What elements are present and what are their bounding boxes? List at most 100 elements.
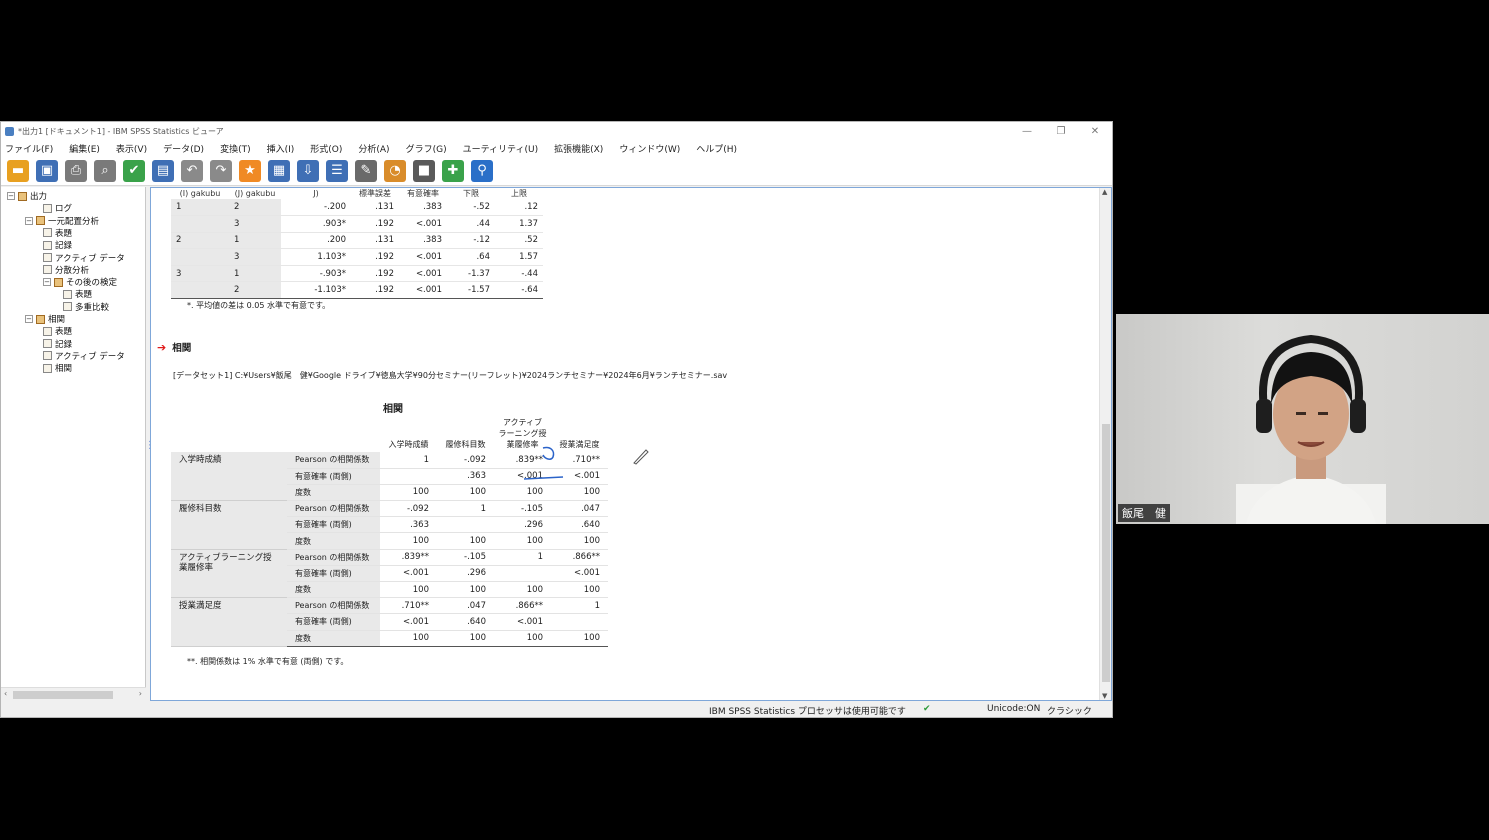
outline-node-label: アクティブ データ xyxy=(55,351,125,362)
restore-button[interactable]: ❐ xyxy=(1044,126,1078,137)
scroll-down-icon[interactable]: ▼ xyxy=(1102,692,1107,700)
table-cell: .383 xyxy=(399,232,447,250)
scroll-thumb[interactable] xyxy=(13,691,113,699)
outline-node-label: 表題 xyxy=(55,228,73,239)
print-icon[interactable]: ⎙ xyxy=(65,159,87,182)
outline-node[interactable]: 記録 xyxy=(43,239,72,251)
search-icon[interactable]: ⚲ xyxy=(471,159,493,182)
scroll-up-icon[interactable]: ▲ xyxy=(1102,188,1107,196)
table-cell: -.092 xyxy=(437,452,494,469)
column-header: 上限 xyxy=(511,189,527,198)
outline-node-label: 相関 xyxy=(48,315,66,325)
outline-node[interactable]: 表題 xyxy=(63,288,92,300)
chart-builder-icon[interactable]: ◔ xyxy=(384,159,406,182)
menu-item[interactable]: 拡張機能(X) xyxy=(554,142,603,155)
outline-node[interactable]: アクティブ データ xyxy=(43,350,125,362)
outline-node[interactable]: ログ xyxy=(43,202,72,214)
menu-item[interactable]: 挿入(I) xyxy=(267,142,295,155)
menu-item[interactable]: 分析(A) xyxy=(358,142,389,155)
table-cell: -1.37 xyxy=(447,265,495,283)
outline-horizontal-scrollbar[interactable]: ‹ › xyxy=(1,687,146,701)
table-cell: .640 xyxy=(551,516,608,534)
outline-node[interactable]: − 出力 xyxy=(7,190,47,202)
table-cell: .839** xyxy=(380,549,437,566)
output-item-icon xyxy=(43,240,52,250)
output-item-icon xyxy=(43,326,52,336)
table-cell: .383 xyxy=(399,199,447,217)
minimize-button[interactable]: — xyxy=(1010,126,1044,137)
multiple-comparisons-table[interactable]: (I) gakubu (J) gakubu J) 標準誤差 有意確率 下限 上限 1 2 -.20… xyxy=(171,188,543,300)
undo-icon[interactable]: ↶ xyxy=(181,159,203,182)
edit-icon[interactable]: ✎ xyxy=(355,159,377,182)
close-button[interactable]: ✕ xyxy=(1078,126,1112,137)
collapse-toggle-icon[interactable]: − xyxy=(43,278,51,287)
book-icon xyxy=(18,191,27,201)
outline-node[interactable]: 多重比較 xyxy=(63,301,109,313)
scroll-thumb[interactable] xyxy=(1102,424,1110,682)
outline-node[interactable]: 表題 xyxy=(43,227,72,239)
menu-item[interactable]: グラフ(G) xyxy=(406,142,447,155)
table-cell: 100 xyxy=(551,630,608,647)
column-header: 履修科目数 xyxy=(437,417,494,452)
menu-item[interactable]: ファイル(F) xyxy=(5,142,53,155)
table-cell: .131 xyxy=(351,232,399,250)
statistic-label: 度数 xyxy=(287,630,380,647)
output-item-icon xyxy=(43,203,52,213)
outline-node[interactable]: 表題 xyxy=(43,325,72,337)
table-cell xyxy=(551,613,608,631)
insert-icon[interactable]: ✚ xyxy=(442,159,464,182)
open-folder-icon[interactable]: ▬ xyxy=(7,159,29,182)
outline-node[interactable]: 記録 xyxy=(43,338,72,350)
book-icon xyxy=(36,216,45,226)
scroll-left-icon[interactable]: ‹ xyxy=(4,689,7,698)
goto-case-icon[interactable]: ▦ xyxy=(268,159,290,182)
collapse-toggle-icon[interactable]: − xyxy=(7,192,15,200)
menu-item[interactable]: 形式(O) xyxy=(310,142,342,155)
redo-icon[interactable]: ↷ xyxy=(210,159,232,182)
menu-item[interactable]: 変換(T) xyxy=(220,142,251,155)
scroll-right-icon[interactable]: › xyxy=(139,689,142,698)
menu-item[interactable]: ウィンドウ(W) xyxy=(619,142,680,155)
goto-variable-icon[interactable]: ⇩ xyxy=(297,159,319,182)
correlation-section-heading[interactable]: ➔ 相関 xyxy=(157,340,191,355)
export-icon[interactable]: ✔ xyxy=(123,159,145,182)
select-output-icon[interactable]: ■ xyxy=(413,159,435,182)
outline-node-label: 記録 xyxy=(55,339,73,350)
table-cell: 100 xyxy=(437,630,494,647)
statistic-label: 有意確率 (両側) xyxy=(287,516,380,534)
menu-item[interactable]: 編集(E) xyxy=(69,142,100,155)
table-cell: <.001 xyxy=(494,613,551,631)
outline-node[interactable]: 相関 xyxy=(43,362,72,374)
outline-node[interactable]: − 相関 xyxy=(25,313,65,325)
outline-node[interactable]: アクティブ データ xyxy=(43,252,125,264)
column-header: (I) gakubu xyxy=(179,189,221,198)
table-cell: .192 xyxy=(351,215,399,233)
menu-item[interactable]: ヘルプ(H) xyxy=(696,142,737,155)
outline-node-label: その後の検定 xyxy=(66,278,118,289)
book-icon xyxy=(54,277,63,287)
goto-data-icon[interactable]: ★ xyxy=(239,159,261,182)
menu-item[interactable]: ユーティリティ(U) xyxy=(463,142,539,155)
outline-node-label: ログ xyxy=(55,204,73,215)
output-contents-pane: (I) gakubu (J) gakubu J) 標準誤差 有意確率 下限 上限 1 2 -.20… xyxy=(150,187,1112,701)
collapse-toggle-icon[interactable]: − xyxy=(25,216,33,225)
save-icon[interactable]: ▣ xyxy=(36,159,58,182)
recall-dialog-icon[interactable]: ▤ xyxy=(152,159,174,182)
output-vertical-scrollbar[interactable]: ▲ ▼ xyxy=(1099,188,1111,700)
outline-node[interactable]: 分散分析 xyxy=(43,264,89,276)
status-bar: IBM SPSS Statistics プロセッサは使用可能です ✔ Unico… xyxy=(1,701,1112,717)
outline-node[interactable]: − 一元配置分析 xyxy=(25,215,99,227)
current-item-arrow-icon: ➔ xyxy=(157,340,167,354)
collapse-toggle-icon[interactable]: − xyxy=(25,315,33,323)
table-cell: 1 xyxy=(380,452,437,469)
menu-item[interactable]: 表示(V) xyxy=(116,142,147,155)
print-preview-icon[interactable]: ⌕ xyxy=(94,159,116,182)
variables-icon[interactable]: ☰ xyxy=(326,159,348,182)
outline-node[interactable]: − その後の検定 xyxy=(43,276,117,288)
presenter-image xyxy=(1236,334,1386,524)
table-cell: .710** xyxy=(380,597,437,615)
menu-item[interactable]: データ(D) xyxy=(163,142,204,155)
table-cell: .640 xyxy=(437,613,494,631)
table-cell: <.001 xyxy=(399,281,447,300)
table-cell: .903* xyxy=(281,215,351,233)
